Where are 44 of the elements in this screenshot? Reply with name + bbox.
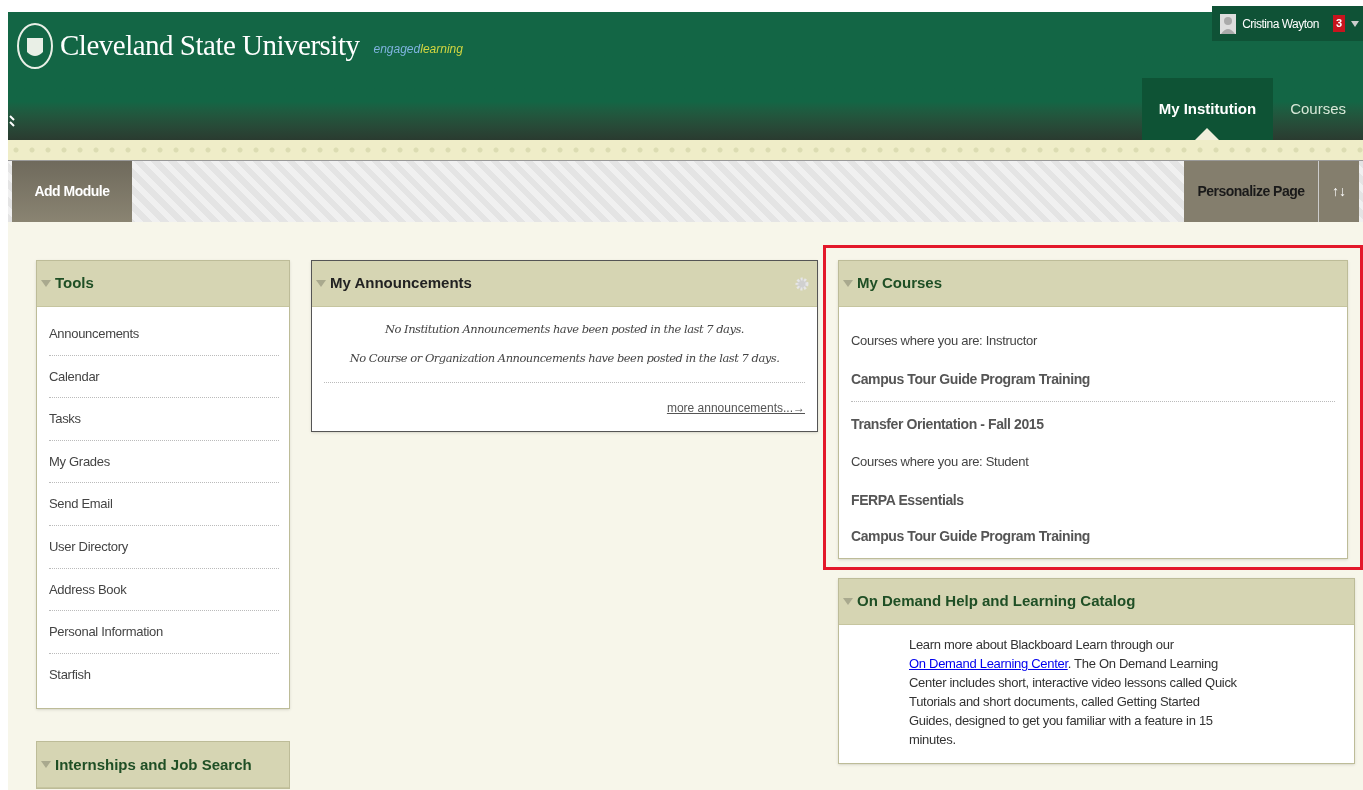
module-title: My Courses <box>857 273 943 294</box>
tool-link[interactable]: Calendar <box>49 355 279 399</box>
seal-logo-icon <box>16 22 54 70</box>
module-title: My Announcements <box>330 273 472 294</box>
course-link[interactable]: Campus Tour Guide Program Training <box>851 371 1090 387</box>
tool-link[interactable]: Send Email <box>49 483 279 526</box>
triangle-icon[interactable] <box>843 597 853 606</box>
reorder-button[interactable]: ↑↓ <box>1319 161 1359 222</box>
tagline: engagedlearning <box>373 41 463 58</box>
course-link[interactable]: Campus Tour Guide Program Training <box>851 528 1090 544</box>
course-link[interactable]: FERPA Essentials <box>851 492 964 508</box>
tool-link[interactable]: Personal Information <box>49 611 279 654</box>
notification-badge: 3 <box>1332 15 1345 32</box>
add-module-button[interactable]: Add Module <box>12 161 132 222</box>
announcement-message: No Course or Organization Announcements have been posted in the last 7 days. <box>348 350 781 368</box>
triangle-icon[interactable] <box>41 279 51 288</box>
tool-link[interactable]: Address Book <box>49 568 279 612</box>
learning-center-link[interactable]: On Demand Learning Center <box>909 656 1068 671</box>
tool-link[interactable]: Starfish <box>49 653 279 697</box>
personalize-page-button[interactable]: Personalize Page <box>1184 161 1319 222</box>
caret-icon[interactable] <box>1351 20 1359 27</box>
course-link[interactable]: Transfer Orientation - Fall 2015 <box>851 416 1044 432</box>
module-title: Tools <box>55 273 94 294</box>
avatar-icon <box>1220 13 1237 34</box>
announcement-message: No Institution Announcements have been posted in the last 7 days. <box>383 321 746 338</box>
university-title: Cleveland State University <box>60 28 360 64</box>
triangle-icon[interactable] <box>843 279 853 288</box>
module-title: Internships and Job Search <box>55 754 252 775</box>
triangle-icon[interactable] <box>41 760 51 769</box>
more-announcements-link[interactable]: more announcements...→ <box>666 400 805 415</box>
user-menu[interactable]: Cristina Wayton 3 <box>1212 6 1363 41</box>
user-name: Cristina Wayton <box>1242 15 1319 33</box>
tool-link[interactable]: My Grades <box>49 440 279 484</box>
role-label: Courses where you are: Student <box>851 453 1030 471</box>
tool-link[interactable]: Tasks <box>49 398 279 441</box>
role-label: Courses where you are: Instructor <box>851 332 1038 350</box>
tool-link[interactable]: User Directory <box>49 525 279 569</box>
gear-icon[interactable] <box>795 276 809 291</box>
catalog-description: Learn more about Blackboard Learn through our On Demand Learning Center. The On Demand Learning Center includes short, interactive video lessons called Quick Tutorials and short documents, called Getting Started Guides, designed to get you familiar with a feature in 15 minutes. <box>908 636 1238 749</box>
nav-tab[interactable]: My Institution <box>1141 78 1274 140</box>
nav-tab[interactable]: Courses <box>1273 78 1363 140</box>
module-title: On Demand Help and Learning Catalog <box>857 591 1136 612</box>
triangle-icon[interactable] <box>316 279 326 288</box>
tool-link[interactable]: Announcements <box>49 313 279 356</box>
